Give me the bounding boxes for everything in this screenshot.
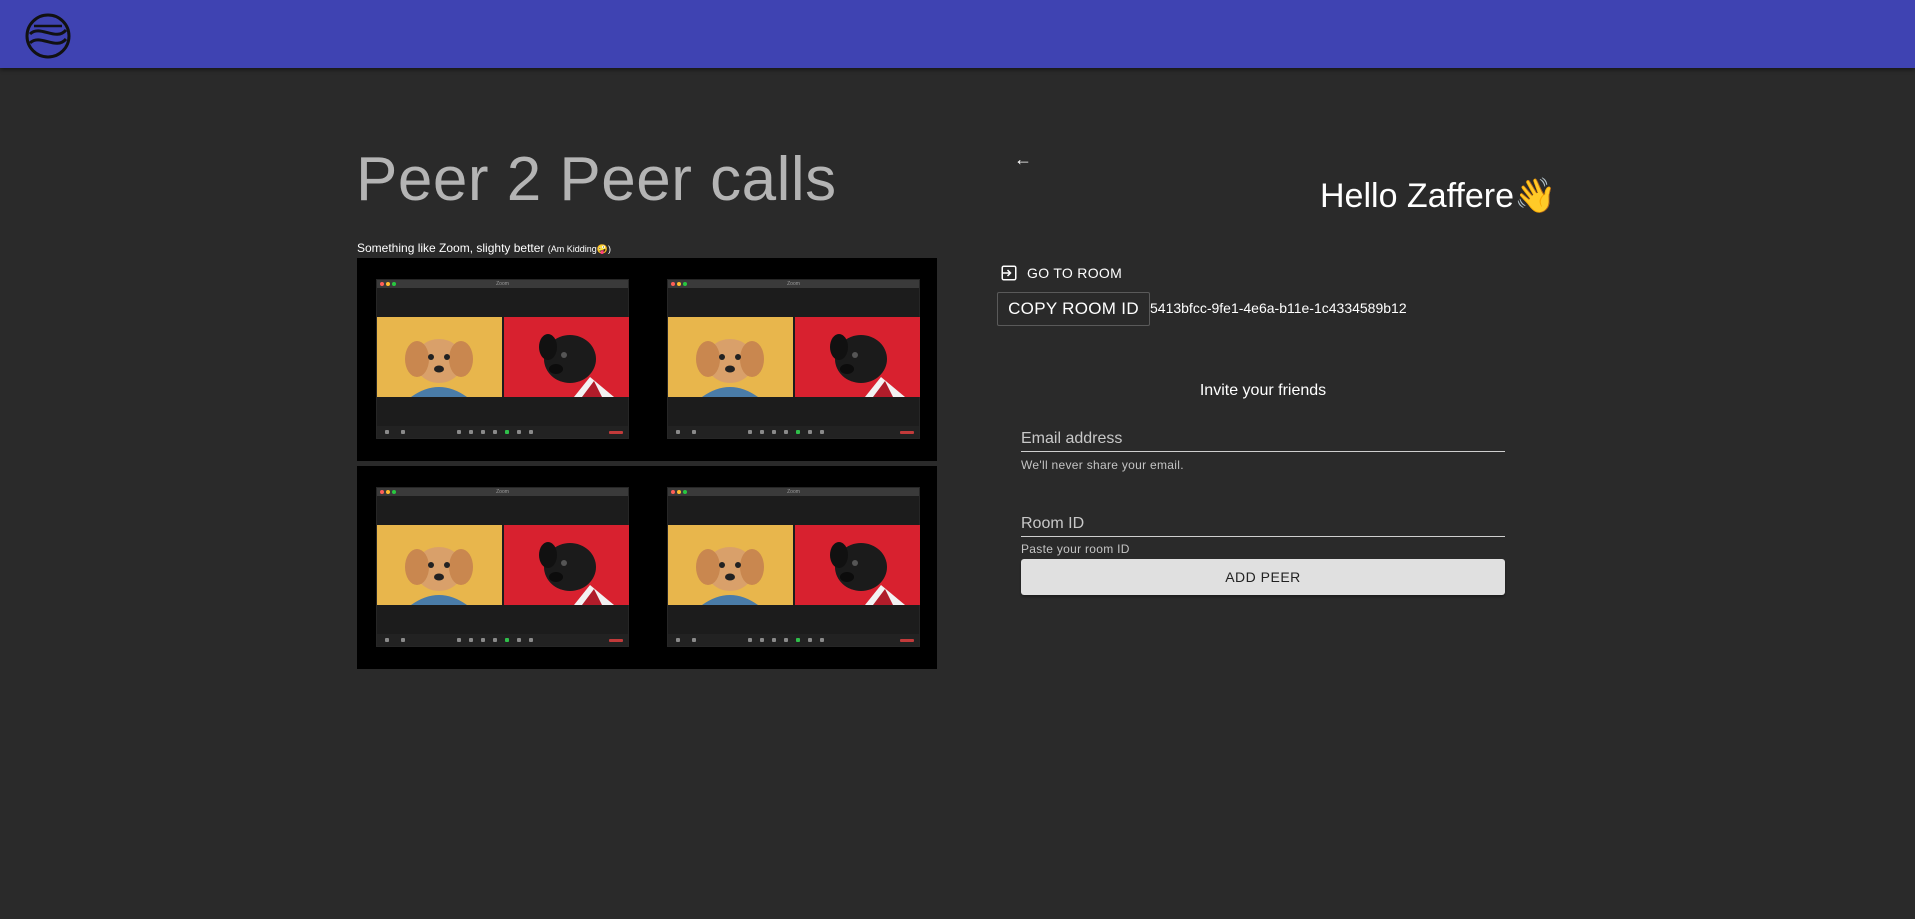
tagline-note: (Am Kidding🤪)	[547, 244, 612, 254]
invite-title: Invite your friends	[1199, 382, 1327, 399]
room-id-text: 5413bfcc-9fe1-4e6a-b11e-1c4334589b12	[1150, 300, 1407, 316]
email-field[interactable]	[1021, 418, 1505, 452]
back-arrow-icon[interactable]: ←	[1012, 148, 1034, 170]
page-title: Peer 2 Peer calls	[356, 145, 837, 214]
greeting: Hello Zaffere👋	[1320, 177, 1557, 215]
copy-room-id-button[interactable]: COPY ROOM ID	[997, 292, 1150, 326]
preview-divider	[357, 461, 937, 466]
video-call-preview-window: Zoom	[376, 487, 629, 647]
tagline: Something like Zoom, slighty better (Am …	[357, 241, 611, 255]
email-helper-text: We'll never share your email.	[1021, 458, 1184, 472]
video-call-preview-window: Zoom	[667, 279, 920, 439]
video-call-preview-window: Zoom	[667, 487, 920, 647]
add-peer-button[interactable]: ADD PEER	[1021, 559, 1505, 595]
enter-room-icon	[1001, 265, 1017, 281]
app-logo-icon[interactable]	[24, 12, 72, 60]
video-call-preview-window: Zoom	[376, 279, 629, 439]
go-to-room-label: GO TO ROOM	[1027, 265, 1123, 281]
preview-image: Zoom Zoom Zoom Zoom	[357, 258, 937, 669]
room-id-helper-text: Paste your room ID	[1021, 542, 1130, 556]
room-id-field[interactable]	[1021, 503, 1505, 537]
silly-face-emoji: 🤪	[596, 244, 609, 254]
app-bar	[0, 0, 1915, 68]
tagline-text: Something like Zoom, slighty better	[357, 241, 545, 255]
go-to-room-button[interactable]: GO TO ROOM	[1000, 262, 1122, 284]
